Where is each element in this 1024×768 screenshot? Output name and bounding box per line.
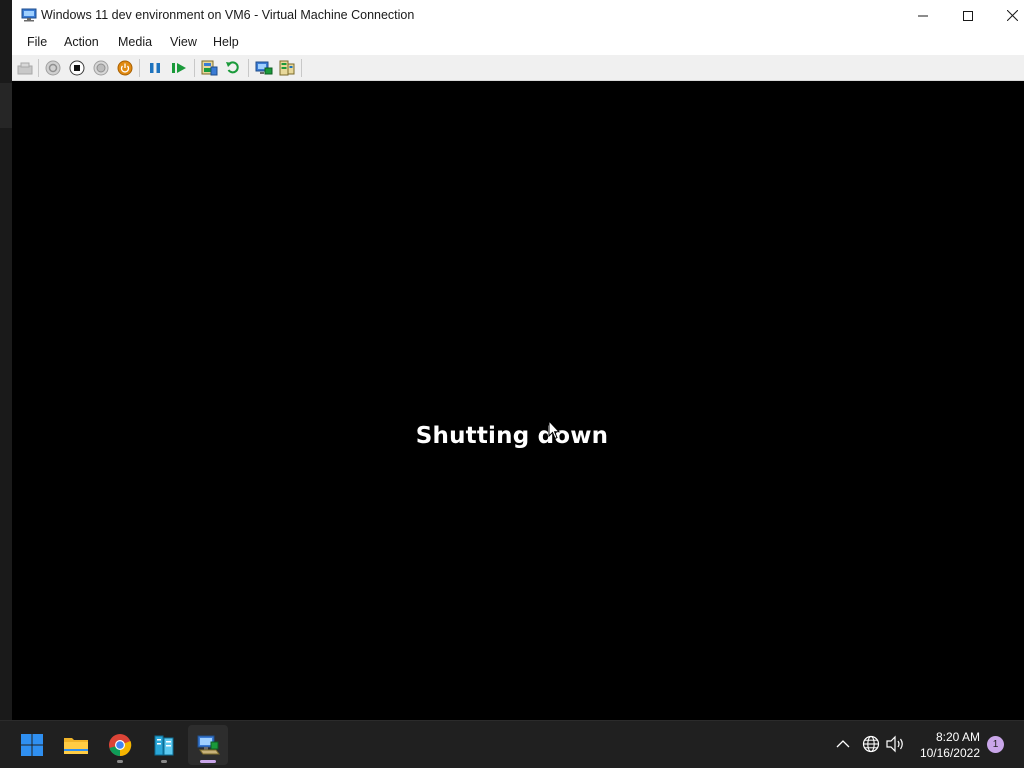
- server-manager-icon: [154, 735, 174, 756]
- resume-button[interactable]: [170, 59, 188, 77]
- file-explorer-icon: [64, 738, 88, 754]
- desktop-background: [0, 0, 12, 720]
- speaker-icon: [886, 735, 903, 753]
- clock-time: 8:20 AM: [935, 730, 980, 744]
- turn-off-icon: [69, 60, 85, 76]
- close-icon: [1007, 10, 1018, 21]
- ctrl-alt-del-icon: [17, 62, 33, 75]
- menu-media[interactable]: Media: [118, 35, 152, 49]
- menu-bar: File Action Media View Help: [12, 31, 1024, 55]
- file-explorer-button[interactable]: [56, 725, 96, 765]
- minimize-button[interactable]: [900, 0, 945, 31]
- shut-down-icon: [93, 60, 109, 76]
- menu-view[interactable]: View: [170, 35, 197, 49]
- close-button[interactable]: [990, 0, 1024, 31]
- share-icon: [279, 60, 295, 76]
- enhanced-session-icon: [255, 61, 273, 75]
- checkpoint-button[interactable]: [200, 59, 218, 77]
- start-button[interactable]: [44, 59, 62, 77]
- turn-off-button[interactable]: [68, 59, 86, 77]
- chevron-up-icon: [836, 740, 850, 748]
- resume-icon: [172, 63, 186, 73]
- ctrl-alt-del-button[interactable]: [16, 59, 34, 77]
- chrome-button[interactable]: [100, 725, 140, 765]
- pause-button[interactable]: [146, 59, 164, 77]
- revert-icon: [226, 61, 239, 74]
- minimize-icon: [917, 15, 928, 16]
- save-button[interactable]: [116, 59, 134, 77]
- hyper-v-connection-icon: [197, 735, 220, 755]
- show-hidden-icons-button[interactable]: [832, 733, 854, 755]
- title-bar[interactable]: Windows 11 dev environment on VM6 - Virt…: [12, 0, 1024, 31]
- windows-logo-icon: [21, 734, 43, 756]
- shut-down-button[interactable]: [92, 59, 110, 77]
- vm-connection-icon: [21, 8, 37, 22]
- pause-icon: [150, 63, 160, 73]
- toolbar: [12, 55, 1024, 81]
- server-manager-button[interactable]: [144, 725, 184, 765]
- start-menu-button[interactable]: [12, 725, 52, 765]
- globe-icon: [862, 735, 880, 753]
- share-button[interactable]: [278, 59, 296, 77]
- mouse-cursor-icon: [548, 420, 560, 440]
- window-title: Windows 11 dev environment on VM6 - Virt…: [41, 8, 415, 22]
- notification-badge[interactable]: 1: [987, 736, 1004, 753]
- maximize-icon: [962, 10, 973, 21]
- checkpoint-icon: [201, 60, 218, 76]
- save-icon: [117, 60, 133, 76]
- menu-file[interactable]: File: [27, 35, 47, 49]
- clock[interactable]: 8:20 AM 10/16/2022: [910, 729, 980, 761]
- revert-button[interactable]: [224, 59, 242, 77]
- vm-connection-window: Windows 11 dev environment on VM6 - Virt…: [12, 0, 1024, 720]
- chrome-icon: [109, 734, 132, 757]
- hyper-v-connection-button[interactable]: [188, 725, 228, 765]
- clock-date: 10/16/2022: [919, 746, 980, 760]
- menu-help[interactable]: Help: [213, 35, 239, 49]
- start-icon: [45, 60, 61, 76]
- menu-action[interactable]: Action: [64, 35, 99, 49]
- enhanced-session-button[interactable]: [255, 59, 273, 77]
- volume-button[interactable]: [884, 733, 906, 755]
- network-button[interactable]: [860, 733, 882, 755]
- taskbar: 8:20 AM 10/16/2022: [0, 720, 1024, 768]
- vm-screen[interactable]: [12, 82, 1024, 720]
- maximize-button[interactable]: [945, 0, 990, 31]
- shutdown-status-text: Shutting down: [415, 423, 609, 449]
